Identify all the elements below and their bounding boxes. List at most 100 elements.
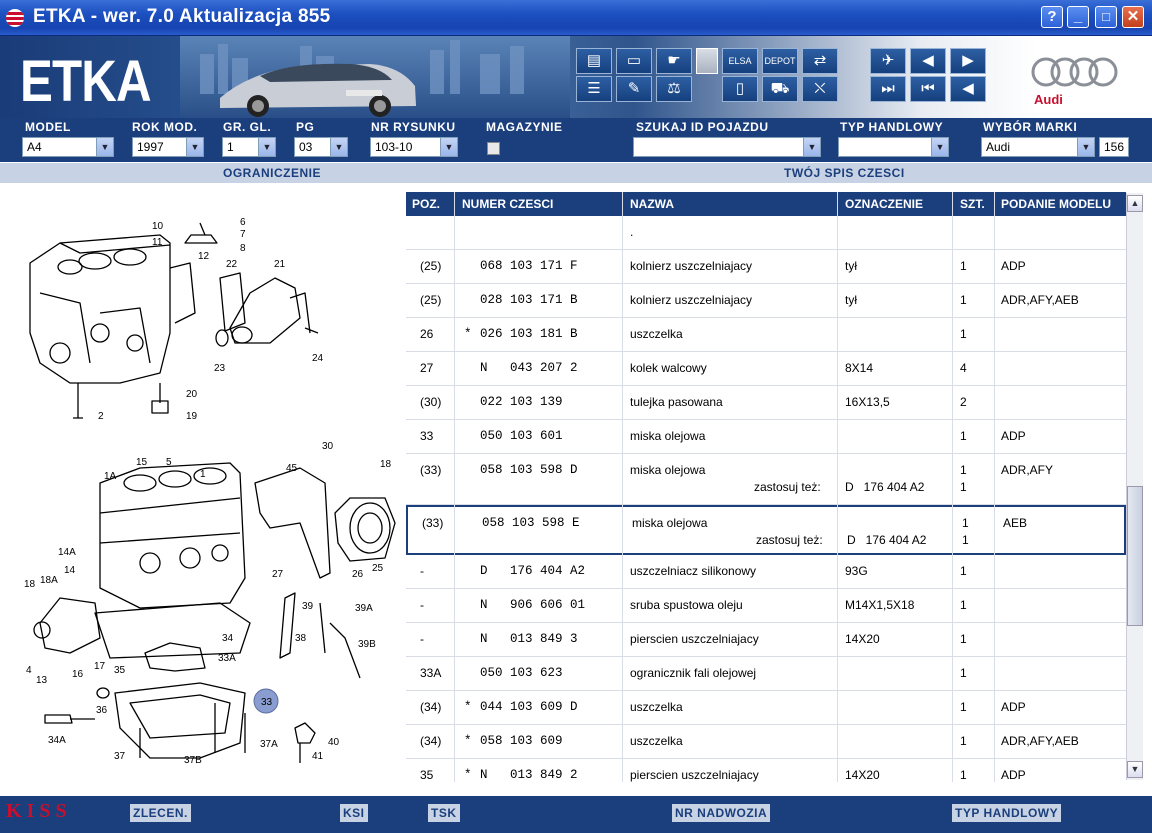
car-icon[interactable]: ⛟ bbox=[762, 76, 798, 102]
diagram-label[interactable]: 11 bbox=[152, 237, 163, 248]
col-header-numer[interactable]: NUMER CZESCI bbox=[462, 197, 553, 211]
diagram-label[interactable]: 18 bbox=[24, 579, 36, 590]
diagram-label[interactable]: 14A bbox=[58, 547, 76, 558]
diagram-label[interactable]: 36 bbox=[96, 705, 108, 716]
diagram-label[interactable]: 39 bbox=[302, 601, 314, 612]
col-header-model[interactable]: PODANIE MODELU bbox=[1001, 197, 1111, 211]
nr-nadwozia-button[interactable]: NR NADWOZIA bbox=[672, 804, 771, 822]
diagram-label[interactable]: 22 bbox=[226, 259, 238, 270]
col-header-oznaczenie[interactable]: OZNACZENIE bbox=[845, 197, 923, 211]
diagram-label[interactable]: 24 bbox=[312, 353, 324, 364]
table-row[interactable]: 27 N 043 207 2 kolek walcowy 8X14 4 bbox=[406, 352, 1126, 386]
diagram-label[interactable]: 16 bbox=[72, 669, 84, 680]
table-row[interactable]: 26 * 026 103 181 B uszczelka 1 bbox=[406, 318, 1126, 352]
help-button[interactable]: ? bbox=[1041, 6, 1063, 28]
table-row[interactable]: (34) * 058 103 609 uszczelka 1 ADR,AFY,AEB bbox=[406, 725, 1126, 759]
diagram-label[interactable]: 14 bbox=[64, 565, 76, 576]
back-icon[interactable]: ◀ bbox=[950, 76, 986, 102]
pg-select[interactable]: 03 ▼ bbox=[294, 137, 348, 157]
table-row[interactable]: . bbox=[406, 216, 1126, 250]
pencil-icon[interactable]: ✎ bbox=[616, 76, 652, 102]
table-row[interactable]: 33A 050 103 623 ogranicznik fali olejowej 1 bbox=[406, 657, 1126, 691]
diagram-label[interactable]: 41 bbox=[312, 751, 324, 762]
ograniczenie-label[interactable]: OGRANICZENIE bbox=[223, 166, 321, 180]
table-row[interactable]: (33) 058 103 598 D miska olejowa 1 ADR,AFY za… bbox=[406, 454, 1126, 505]
marka-select[interactable]: Audi ▼ bbox=[981, 137, 1095, 157]
szukaj-select[interactable]: ▼ bbox=[633, 137, 821, 157]
diagram-label[interactable]: 30 bbox=[322, 441, 334, 452]
diagram-label[interactable]: 35 bbox=[114, 665, 126, 676]
diagram-label[interactable]: 6 bbox=[240, 217, 246, 228]
diagram-label[interactable]: 2 bbox=[98, 411, 104, 422]
rok-select[interactable]: 1997 ▼ bbox=[132, 137, 204, 157]
last-icon[interactable]: ⏭ bbox=[870, 76, 906, 102]
table-row[interactable]: (34) * 044 103 609 D uszczelka 1 ADP bbox=[406, 691, 1126, 725]
chevron-down-icon[interactable]: ▼ bbox=[1077, 138, 1094, 156]
close-button[interactable]: ✕ bbox=[1122, 6, 1144, 28]
chevron-down-icon[interactable]: ▼ bbox=[96, 138, 113, 156]
window-icon[interactable]: ▭ bbox=[616, 48, 652, 74]
chevron-down-icon[interactable]: ▼ bbox=[186, 138, 203, 156]
diagram-label[interactable]: 7 bbox=[240, 229, 246, 240]
diagram-label[interactable]: 15 bbox=[136, 457, 148, 468]
diagram-label[interactable]: 34 bbox=[222, 633, 234, 644]
table-row[interactable]: - D 176 404 A2 uszczelniacz silikonowy 93G 1 bbox=[406, 555, 1126, 589]
parts-diagram[interactable]: 6 7 8 10 11 12 22 21 23 24 20 19 2 30 18… bbox=[0, 183, 404, 783]
diagram-label[interactable]: 8 bbox=[240, 243, 246, 254]
diagram-label[interactable]: 39B bbox=[358, 639, 376, 650]
depot-icon[interactable]: DEPOT bbox=[762, 48, 798, 74]
print-icon[interactable]: ▤ bbox=[576, 48, 612, 74]
diagram-label[interactable]: 37B bbox=[184, 755, 202, 766]
chevron-down-icon[interactable]: ▼ bbox=[931, 138, 948, 156]
diagram-label[interactable]: 1 bbox=[200, 469, 206, 480]
cart-icon[interactable]: ⛌ bbox=[802, 76, 838, 102]
minimize-button[interactable]: _ bbox=[1067, 6, 1089, 28]
next-page-icon[interactable]: ▶ bbox=[950, 48, 986, 74]
col-header-poz[interactable]: POZ. bbox=[412, 197, 440, 211]
maximize-button[interactable]: □ bbox=[1095, 6, 1117, 28]
magazynie-checkbox[interactable] bbox=[487, 142, 500, 155]
model-select[interactable]: A4 ▼ bbox=[22, 137, 114, 157]
diagram-label[interactable]: 38 bbox=[295, 633, 307, 644]
scroll-down-icon[interactable]: ▼ bbox=[1127, 761, 1143, 778]
diagram-label[interactable]: 18 bbox=[380, 459, 392, 470]
kiss-logo[interactable]: KISS bbox=[6, 800, 72, 823]
diagram-label[interactable]: 39A bbox=[355, 603, 373, 614]
spis-czesci-label[interactable]: TWÓJ SPIS CZESCI bbox=[784, 166, 905, 180]
diagram-label[interactable]: 18A bbox=[40, 575, 58, 586]
table-row[interactable]: - N 906 606 01 sruba spustowa oleju M14X1,5… bbox=[406, 589, 1126, 623]
table-row[interactable]: - N 013 849 3 pierscien uszczelniajacy 14X2… bbox=[406, 623, 1126, 657]
typ-select[interactable]: ▼ bbox=[838, 137, 949, 157]
diagram-label[interactable]: 1A bbox=[104, 471, 117, 482]
diagram-label[interactable]: 45 bbox=[286, 463, 298, 474]
table-row[interactable]: (25) 028 103 171 B kolnierz uszczelniajacy… bbox=[406, 284, 1126, 318]
chevron-down-icon[interactable]: ▼ bbox=[330, 138, 347, 156]
handshake-icon[interactable]: ☛ bbox=[656, 48, 692, 74]
diagram-label[interactable]: 12 bbox=[198, 251, 210, 262]
scroll-up-icon[interactable]: ▲ bbox=[1127, 195, 1143, 212]
table-scrollbar[interactable]: ▲ ▼ bbox=[1126, 193, 1143, 780]
table-row[interactable]: 35 * N 013 849 2 pierscien uszczelniajacy 14… bbox=[406, 759, 1126, 782]
diagram-label[interactable]: 10 bbox=[152, 221, 164, 232]
col-header-nazwa[interactable]: NAZWA bbox=[630, 197, 674, 211]
diagram-label[interactable]: 5 bbox=[166, 457, 172, 468]
prev-page-icon[interactable]: ◀ bbox=[910, 48, 946, 74]
first-icon[interactable]: ⏮ bbox=[910, 76, 946, 102]
diagram-label[interactable]: 17 bbox=[94, 661, 106, 672]
diagram-label[interactable]: 20 bbox=[186, 389, 198, 400]
device-icon[interactable]: ▯ bbox=[722, 76, 758, 102]
balance-icon[interactable]: ⚖ bbox=[656, 76, 692, 102]
diagram-label[interactable]: 33A bbox=[218, 653, 236, 664]
gr-select[interactable]: 1 ▼ bbox=[222, 137, 276, 157]
tsk-button[interactable]: TSK bbox=[428, 804, 460, 822]
diagram-label[interactable]: 4 bbox=[26, 665, 32, 676]
diagram-label[interactable]: 40 bbox=[328, 737, 340, 748]
pin-icon[interactable]: ✈ bbox=[870, 48, 906, 74]
diagram-label[interactable]: 26 bbox=[352, 569, 364, 580]
diagram-label[interactable]: 34A bbox=[48, 735, 66, 746]
scroll-thumb[interactable] bbox=[1127, 486, 1143, 626]
diagram-label[interactable]: 27 bbox=[272, 569, 284, 580]
chevron-down-icon[interactable]: ▼ bbox=[258, 138, 275, 156]
elsa-icon[interactable]: ELSA bbox=[722, 48, 758, 74]
chevron-down-icon[interactable]: ▼ bbox=[803, 138, 820, 156]
